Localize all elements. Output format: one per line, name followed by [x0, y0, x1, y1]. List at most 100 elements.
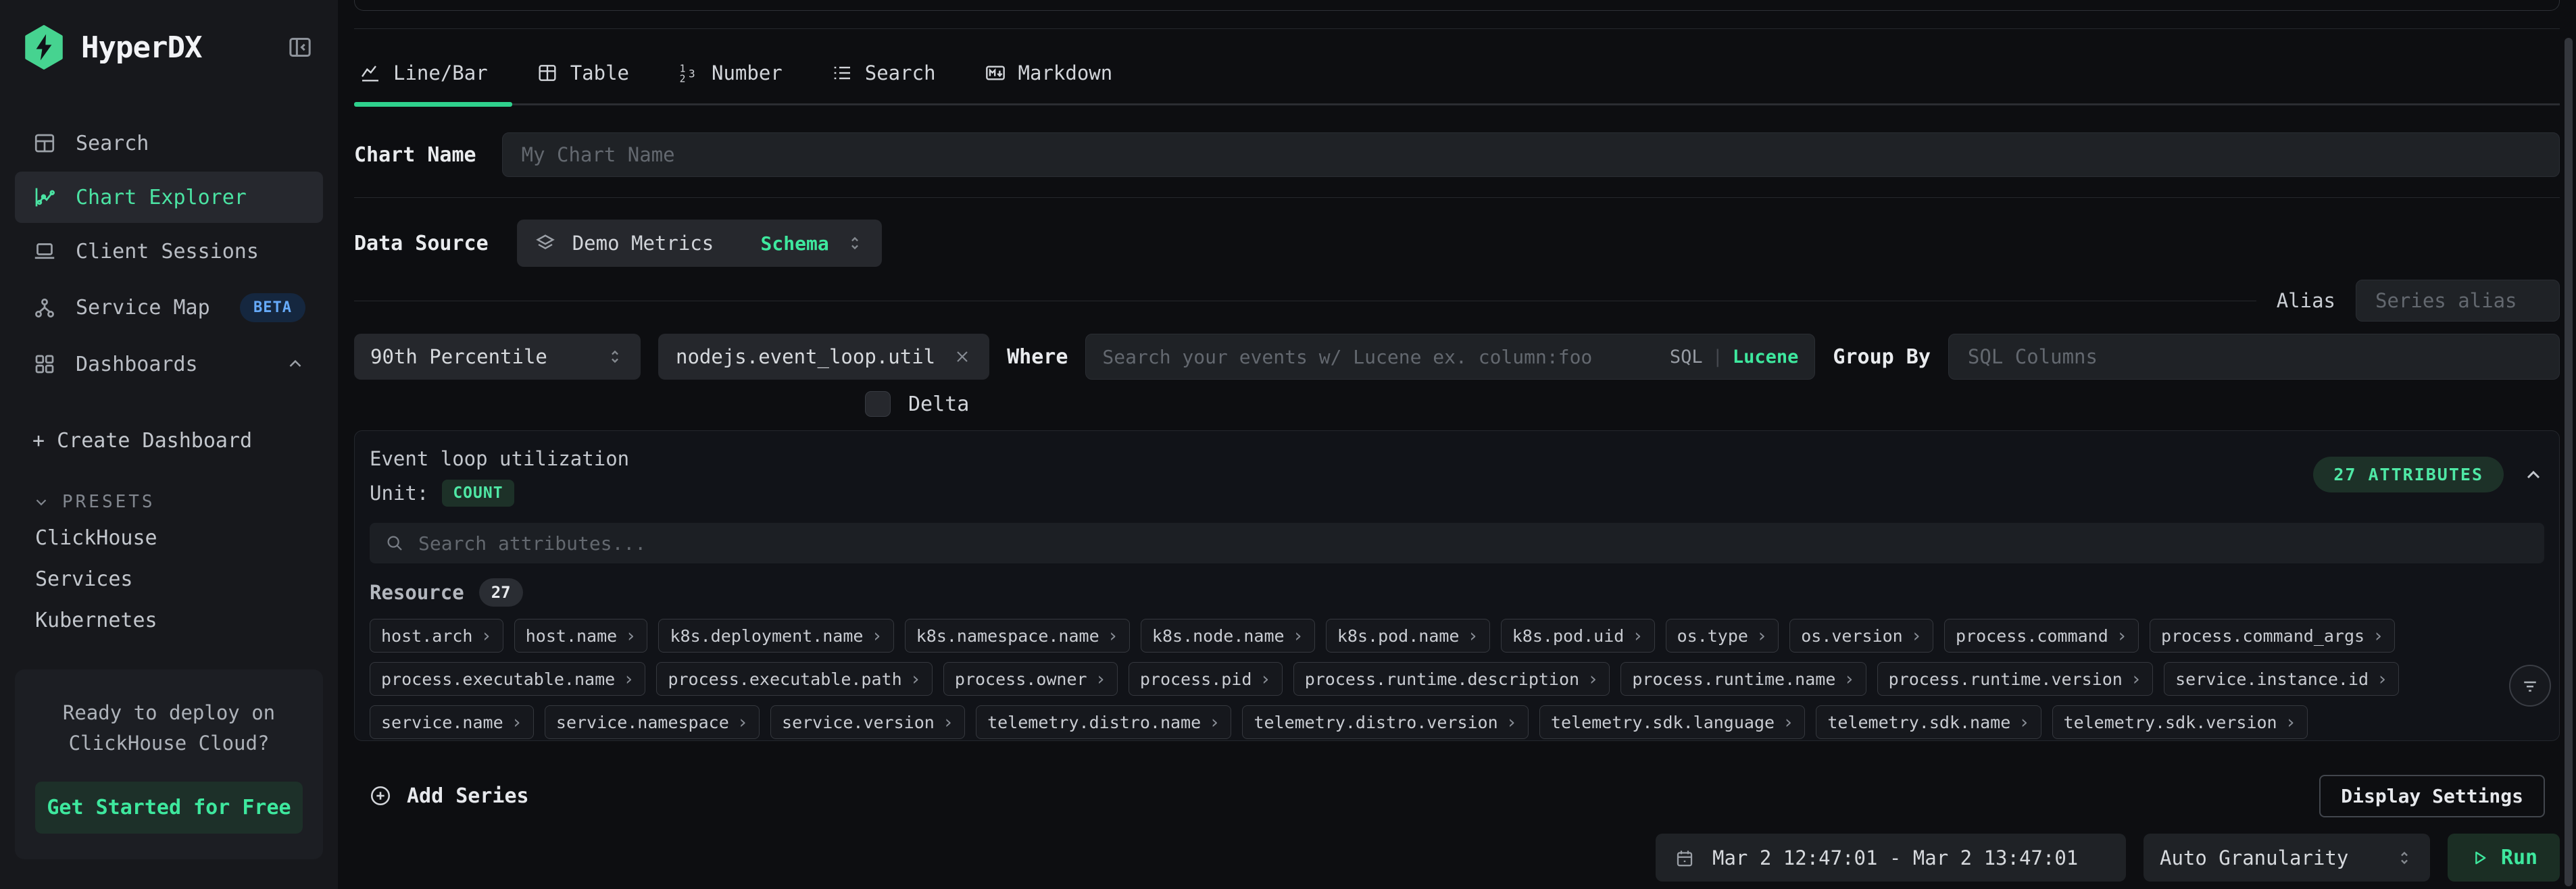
attribute-chip[interactable]: os.version [1789, 619, 1933, 653]
app-root: HyperDX Search [0, 0, 2576, 889]
attribute-search-input[interactable] [418, 532, 2529, 555]
schema-link[interactable]: Schema [761, 232, 829, 255]
attribute-chip[interactable]: service.instance.id [2164, 662, 2399, 696]
floating-filter-button[interactable] [2509, 665, 2551, 707]
alias-input[interactable] [2356, 280, 2560, 322]
display-settings-button[interactable]: Display Settings [2319, 775, 2545, 817]
group-by-input[interactable] [1948, 334, 2560, 380]
sidebar-item-chart-explorer[interactable]: Chart Explorer [15, 172, 323, 223]
sidebar-header: HyperDX [15, 20, 323, 74]
attribute-chip[interactable]: k8s.pod.name [1326, 619, 1490, 653]
run-button[interactable]: Run [2448, 834, 2560, 882]
aggregation-select[interactable]: 90th Percentile [354, 334, 641, 380]
remove-metric-icon[interactable] [953, 347, 972, 366]
attribute-chip[interactable]: k8s.node.name [1141, 619, 1315, 653]
attribute-chip[interactable]: process.command_args [2150, 619, 2395, 653]
delta-checkbox[interactable] [865, 391, 891, 417]
preset-item-clickhouse[interactable]: ClickHouse [15, 517, 323, 559]
select-chevrons-icon [2395, 848, 2414, 867]
time-range-picker[interactable]: Mar 2 12:47:01 - Mar 2 13:47:01 [1656, 834, 2126, 882]
attribute-chip[interactable]: k8s.namespace.name [905, 619, 1130, 653]
attribute-chip[interactable]: telemetry.distro.version [1242, 705, 1529, 739]
chart-type-tabs: Line/Bar Table 1 2 3 Number [354, 44, 2560, 105]
tab-line-bar[interactable]: Line/Bar [354, 44, 512, 103]
attribute-chip[interactable]: service.version [770, 705, 965, 739]
sidebar-item-service-map[interactable]: Service Map BETA [15, 280, 323, 336]
preset-item-services[interactable]: Services [15, 559, 323, 600]
attribute-chip[interactable]: service.namespace [545, 705, 760, 739]
attribute-chip[interactable]: process.pid [1129, 662, 1283, 696]
sidebar-item-label: Service Map [76, 296, 210, 320]
chart-line-icon [32, 185, 57, 209]
add-series-button[interactable]: Add Series [369, 784, 529, 808]
service-map-icon [32, 296, 57, 320]
metric-attributes-panel: Event loop utilization Unit: COUNT 27 AT… [354, 430, 2560, 741]
run-label: Run [2501, 846, 2537, 869]
get-started-button[interactable]: Get Started for Free [35, 782, 303, 834]
attribute-chip[interactable]: process.command [1944, 619, 2139, 653]
attribute-chip[interactable]: host.arch [370, 619, 503, 653]
sidebar-item-dashboards[interactable]: Dashboards [15, 338, 323, 390]
attribute-chip[interactable]: host.name [514, 619, 648, 653]
attribute-chip[interactable]: process.runtime.name [1620, 662, 1866, 696]
collapse-panel-chevron-icon[interactable] [2523, 464, 2544, 486]
series-config-row: 90th Percentile nodejs.event_loop.util W… [354, 334, 2560, 380]
attribute-chip[interactable]: telemetry.sdk.version [2052, 705, 2308, 739]
lucene-toggle[interactable]: Lucene [1733, 347, 1799, 367]
chart-name-label: Chart Name [354, 143, 476, 167]
sidebar-item-label: Chart Explorer [76, 186, 247, 209]
unit-row: Unit: COUNT [370, 480, 629, 507]
where-input-wrap: SQL | Lucene [1085, 334, 1815, 380]
sidebar-item-label: Client Sessions [76, 240, 259, 263]
alias-label: Alias [2277, 289, 2335, 312]
group-by-label: Group By [1833, 345, 1931, 369]
data-source-row: Data Source Demo Metrics Schema [354, 220, 2560, 267]
attribute-chip[interactable]: service.name [370, 705, 534, 739]
presets-header[interactable]: PRESETS [15, 486, 323, 517]
attribute-search-wrap [370, 523, 2544, 563]
metric-tag[interactable]: nodejs.event_loop.util [658, 334, 989, 380]
tab-table[interactable]: Table [512, 44, 653, 103]
chevron-up-icon [285, 354, 305, 374]
where-label: Where [1007, 345, 1068, 369]
resource-group-row: Resource 27 [370, 578, 2544, 607]
sidebar-item-label: Dashboards [76, 353, 198, 376]
attribute-chip[interactable]: process.runtime.version [1877, 662, 2153, 696]
data-source-select[interactable]: Demo Metrics Schema [517, 220, 882, 267]
attribute-chip-list: host.arch host.name k8s.deployment.name … [370, 619, 2544, 739]
bottom-bar: Mar 2 12:47:01 - Mar 2 13:47:01 Auto Gra… [354, 834, 2560, 882]
attribute-chip[interactable]: k8s.pod.uid [1501, 619, 1655, 653]
table-icon [537, 62, 558, 84]
sidebar-item-client-sessions[interactable]: Client Sessions [15, 226, 323, 277]
chart-name-row: Chart Name [354, 132, 2560, 177]
granularity-value: Auto Granularity [2160, 846, 2348, 869]
granularity-select[interactable]: Auto Granularity [2144, 834, 2430, 882]
play-icon [2470, 848, 2489, 867]
tab-label: Search [865, 61, 936, 84]
sidebar-collapse-icon[interactable] [285, 32, 315, 62]
create-dashboard-button[interactable]: + Create Dashboard [15, 422, 323, 459]
attributes-badge-row: 27 ATTRIBUTES [2313, 457, 2544, 492]
calendar-icon [1675, 848, 1695, 868]
attribute-chip[interactable]: process.executable.path [656, 662, 932, 696]
attribute-chip[interactable]: telemetry.distro.name [976, 705, 1231, 739]
attribute-chip[interactable]: os.type [1666, 619, 1779, 653]
data-source-value: Demo Metrics [572, 232, 745, 255]
tab-search[interactable]: Search [807, 44, 960, 103]
attribute-chip[interactable]: process.executable.name [370, 662, 645, 696]
attribute-chip[interactable]: process.owner [943, 662, 1118, 696]
attribute-chip[interactable]: telemetry.sdk.name [1816, 705, 2041, 739]
vertical-scrollbar[interactable] [2565, 38, 2573, 886]
preset-item-kubernetes[interactable]: Kubernetes [15, 600, 323, 641]
tab-number[interactable]: 1 2 3 Number [653, 44, 807, 103]
tab-markdown[interactable]: Markdown [960, 44, 1137, 103]
attribute-chip[interactable]: k8s.deployment.name [658, 619, 893, 653]
attribute-chip[interactable]: telemetry.sdk.language [1539, 705, 1805, 739]
sidebar-item-search[interactable]: Search [15, 118, 323, 169]
attribute-chip[interactable]: process.runtime.description [1293, 662, 1610, 696]
metric-description: Event loop utilization [370, 447, 629, 470]
tab-label: Markdown [1018, 61, 1113, 84]
chart-name-input[interactable] [502, 132, 2560, 177]
where-search-input[interactable] [1102, 346, 1654, 368]
sql-toggle[interactable]: SQL [1670, 347, 1703, 367]
